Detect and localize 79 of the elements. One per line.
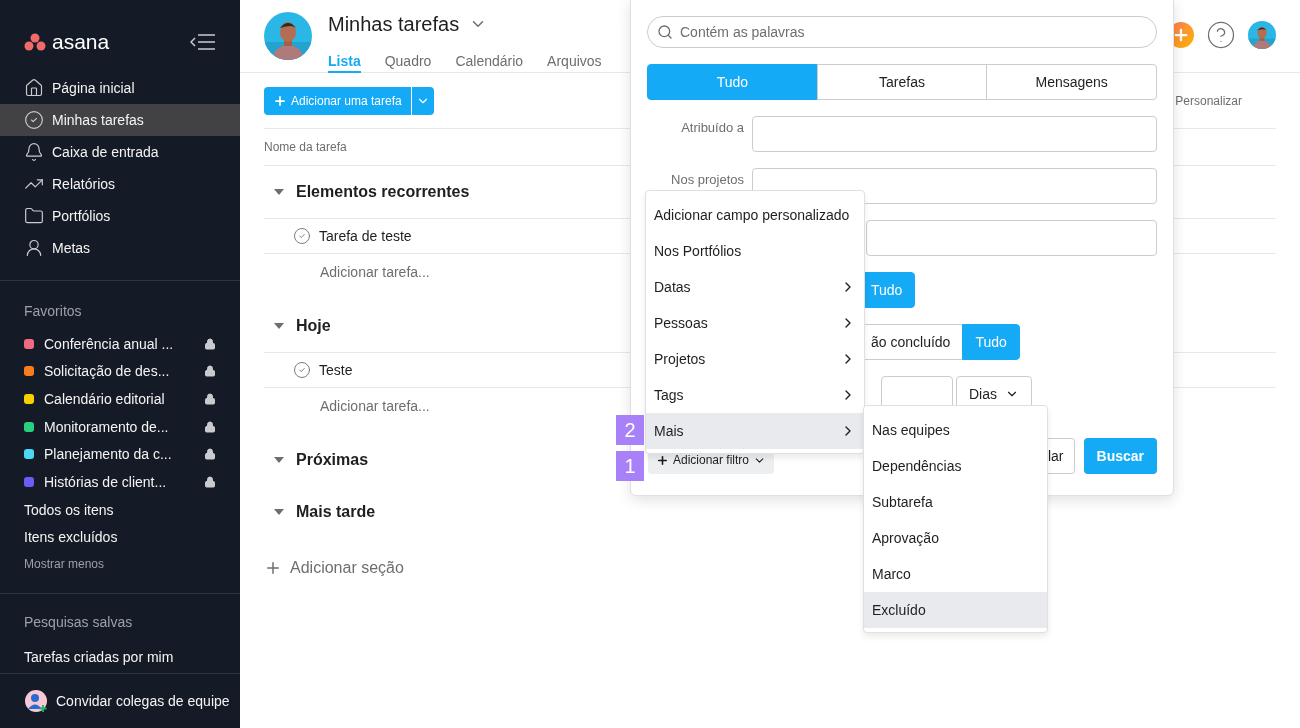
add-section-link[interactable]: Adicionar seção (264, 548, 404, 588)
collapse-triangle-icon[interactable] (274, 189, 284, 195)
plus-icon (656, 453, 669, 467)
invite-link[interactable]: Convidar colegas de equipe (56, 692, 230, 709)
favorite-item[interactable]: Monitoramento de... (0, 412, 240, 441)
column-header: Nome da tarefa (264, 140, 347, 154)
input-field[interactable] (752, 116, 1157, 152)
collapse-triangle-icon[interactable] (274, 509, 284, 515)
collapse-triangle-icon[interactable] (274, 457, 284, 463)
menu-item[interactable]: Datas (646, 269, 864, 305)
check-circle-icon (24, 109, 44, 130)
menu-item[interactable]: Nos Portfólios (646, 233, 864, 269)
favorite-item[interactable]: Histórias de client... (0, 468, 240, 496)
menu-item[interactable]: Excluído (864, 592, 1047, 628)
section-heading: Pesquisas salvas (23, 613, 134, 633)
section-title: Próximas (296, 451, 369, 469)
nav-item[interactable]: Portfólios (0, 199, 240, 232)
sidebar-link[interactable]: Itens excluídos (0, 523, 240, 551)
check-circle-icon[interactable] (293, 361, 311, 379)
menu-item[interactable]: Adicionar campo personalizado (646, 197, 864, 233)
field-label: Nos projetos (670, 172, 744, 187)
favorite-label: Monitoramento de... (44, 418, 170, 435)
section-title: Mais tarde (296, 503, 376, 521)
collapse-triangle-icon[interactable] (274, 323, 284, 329)
menu-item[interactable]: Tags (646, 377, 864, 413)
view-tab[interactable]: Calendário (455, 44, 524, 73)
folder-icon (24, 205, 44, 226)
search-icon (657, 24, 673, 40)
view-tab[interactable]: Quadro (384, 44, 432, 73)
customize-link[interactable]: Personalizar (1175, 93, 1242, 108)
collapse-sidebar-icon[interactable] (190, 33, 216, 50)
menu-item[interactable]: Projetos (646, 341, 864, 377)
favorite-label: Solicitação de des... (44, 363, 171, 380)
saved-search-link[interactable]: Tarefas criadas por mim (0, 637, 240, 673)
show-less-link[interactable]: Mostrar menos (0, 550, 240, 577)
section-title: Hoje (296, 317, 331, 335)
nav-item[interactable]: Caixa de entrada (0, 135, 240, 168)
person-icon (24, 237, 44, 258)
favorite-label: Calendário editorial (44, 391, 166, 408)
menu-item[interactable]: Dependências (864, 448, 1047, 484)
team-icon (24, 688, 48, 713)
favorite-item[interactable]: Solicitação de des... (0, 357, 240, 386)
step-badge: 2 (616, 415, 644, 445)
menu-item[interactable]: Mais (646, 413, 864, 449)
favorite-item[interactable]: Calendário editorial (0, 385, 240, 413)
logo-text: asana (52, 29, 110, 54)
plus-icon (264, 559, 282, 577)
page-title: Minhas tarefas (328, 12, 460, 36)
section-title: Elementos recorrentes (296, 183, 470, 201)
favorite-label: Conferência anual ... (44, 335, 175, 352)
menu-item[interactable]: Aprovação (864, 520, 1047, 556)
logo-icon (24, 32, 46, 51)
sidebar-link[interactable]: Todos os itens (0, 495, 240, 524)
step-badge: 1 (616, 451, 644, 481)
check-circle-icon[interactable] (293, 227, 311, 245)
favorite-label: Planejamento da c... (44, 446, 173, 463)
menu-item[interactable]: Pessoas (646, 305, 864, 341)
view-tab[interactable]: Arquivos (547, 44, 602, 73)
nav-item[interactable]: Metas (0, 231, 240, 264)
nav-item[interactable]: Relatórios (0, 167, 240, 200)
section-heading: Favoritos (23, 302, 83, 322)
field-label: Atribuído a (680, 120, 744, 135)
favorite-label: Histórias de client... (44, 473, 168, 490)
add-task-dropdown[interactable] (411, 86, 434, 115)
menu-item[interactable]: Marco (864, 556, 1047, 592)
favorite-item[interactable]: Planejamento da c... (0, 440, 240, 469)
bell-icon (24, 141, 44, 162)
menu-item[interactable]: Subtarefa (864, 484, 1047, 520)
favorite-item[interactable]: Conferência anual ... (0, 330, 240, 358)
input-field[interactable] (866, 220, 1157, 256)
nav-item[interactable]: Minhas tarefas (0, 103, 240, 136)
type-tab[interactable]: Tarefas (816, 64, 988, 100)
nav-item[interactable]: Página inicial (0, 71, 240, 104)
menu-item[interactable]: Nas equipes (864, 412, 1047, 448)
plus-icon (273, 93, 287, 108)
home-icon (24, 77, 44, 98)
help-icon[interactable] (1206, 20, 1236, 50)
search-field[interactable]: Contém as palavras (647, 16, 1157, 48)
type-tab[interactable]: Mensagens (986, 64, 1157, 100)
